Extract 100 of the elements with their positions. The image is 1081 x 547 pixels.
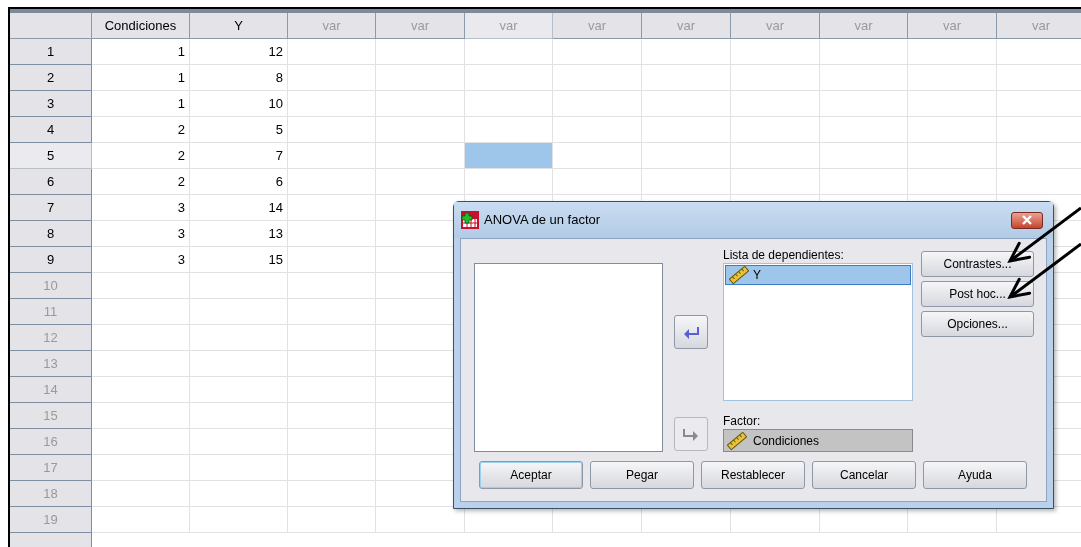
- table-cell[interactable]: [376, 195, 465, 221]
- table-cell[interactable]: [553, 65, 642, 91]
- table-cell[interactable]: 2: [92, 169, 190, 195]
- table-cell[interactable]: [642, 143, 731, 169]
- close-button[interactable]: [1011, 211, 1043, 229]
- side-button[interactable]: Opciones...: [921, 311, 1034, 337]
- table-cell[interactable]: [642, 39, 731, 65]
- table-cell[interactable]: [465, 65, 553, 91]
- table-cell[interactable]: [92, 377, 190, 403]
- row-number[interactable]: 2: [10, 65, 92, 91]
- table-cell[interactable]: [553, 143, 642, 169]
- dialog-button[interactable]: Cancelar: [812, 461, 916, 489]
- table-cell[interactable]: [376, 39, 465, 65]
- table-cell[interactable]: 12: [190, 39, 288, 65]
- move-button[interactable]: [674, 315, 708, 349]
- row-number[interactable]: 3: [10, 91, 92, 117]
- table-cell[interactable]: [731, 39, 820, 65]
- table-cell[interactable]: 8: [190, 65, 288, 91]
- row-number[interactable]: 8: [10, 221, 92, 247]
- table-cell[interactable]: [190, 429, 288, 455]
- table-cell[interactable]: [92, 325, 190, 351]
- table-cell[interactable]: [908, 65, 997, 91]
- table-cell[interactable]: [288, 455, 376, 481]
- table-cell[interactable]: [190, 325, 288, 351]
- table-cell[interactable]: [465, 117, 553, 143]
- table-cell[interactable]: [190, 455, 288, 481]
- row-number[interactable]: 6: [10, 169, 92, 195]
- table-cell[interactable]: [376, 65, 465, 91]
- table-cell[interactable]: [288, 403, 376, 429]
- table-cell[interactable]: [553, 91, 642, 117]
- table-cell[interactable]: [731, 91, 820, 117]
- table-cell[interactable]: [376, 91, 465, 117]
- table-cell[interactable]: 7: [190, 143, 288, 169]
- row-number[interactable]: 7: [10, 195, 92, 221]
- table-cell[interactable]: [642, 117, 731, 143]
- table-cell[interactable]: [288, 299, 376, 325]
- table-cell[interactable]: [376, 507, 465, 533]
- table-cell[interactable]: [908, 507, 997, 533]
- table-cell[interactable]: [731, 169, 820, 195]
- table-cell[interactable]: [288, 377, 376, 403]
- table-cell[interactable]: 14: [190, 195, 288, 221]
- table-cell[interactable]: [642, 91, 731, 117]
- dialog-button[interactable]: Restablecer: [701, 461, 805, 489]
- table-cell[interactable]: 3: [92, 247, 190, 273]
- dialog-button[interactable]: Aceptar: [479, 461, 583, 489]
- table-cell[interactable]: [553, 39, 642, 65]
- table-cell[interactable]: [908, 169, 997, 195]
- table-cell[interactable]: [92, 481, 190, 507]
- table-cell[interactable]: [820, 507, 908, 533]
- table-cell[interactable]: [642, 507, 731, 533]
- table-cell[interactable]: [376, 169, 465, 195]
- table-cell[interactable]: [288, 247, 376, 273]
- table-cell[interactable]: [731, 117, 820, 143]
- table-cell[interactable]: [288, 117, 376, 143]
- table-cell[interactable]: [92, 299, 190, 325]
- table-cell[interactable]: [288, 39, 376, 65]
- table-cell[interactable]: [92, 429, 190, 455]
- table-cell[interactable]: [908, 39, 997, 65]
- column-header[interactable]: Y: [190, 13, 288, 39]
- list-item[interactable]: Y: [725, 265, 911, 285]
- row-number[interactable]: 5: [10, 143, 92, 169]
- table-cell[interactable]: [190, 299, 288, 325]
- table-cell[interactable]: [288, 143, 376, 169]
- table-cell[interactable]: [908, 143, 997, 169]
- column-header[interactable]: Condiciones: [92, 13, 190, 39]
- table-cell[interactable]: [92, 507, 190, 533]
- table-cell[interactable]: [190, 351, 288, 377]
- table-cell[interactable]: 1: [92, 65, 190, 91]
- table-cell[interactable]: [820, 117, 908, 143]
- table-cell[interactable]: [288, 481, 376, 507]
- table-cell[interactable]: [731, 507, 820, 533]
- table-cell[interactable]: [190, 481, 288, 507]
- table-cell[interactable]: [465, 507, 553, 533]
- side-button[interactable]: Contrastes...: [921, 251, 1034, 277]
- table-cell[interactable]: [288, 91, 376, 117]
- table-cell[interactable]: 5: [190, 117, 288, 143]
- table-cell[interactable]: [908, 91, 997, 117]
- table-cell[interactable]: [92, 351, 190, 377]
- row-number[interactable]: 9: [10, 247, 92, 273]
- table-cell[interactable]: [553, 117, 642, 143]
- table-cell[interactable]: [820, 91, 908, 117]
- table-cell[interactable]: [190, 403, 288, 429]
- table-cell[interactable]: [553, 507, 642, 533]
- table-cell[interactable]: [820, 143, 908, 169]
- table-cell[interactable]: [288, 195, 376, 221]
- table-cell[interactable]: [190, 377, 288, 403]
- table-cell[interactable]: [92, 403, 190, 429]
- side-button[interactable]: Post hoc...: [921, 281, 1034, 307]
- table-cell[interactable]: [731, 143, 820, 169]
- table-cell[interactable]: 1: [92, 91, 190, 117]
- table-cell[interactable]: 15: [190, 247, 288, 273]
- table-cell[interactable]: [820, 169, 908, 195]
- variable-list[interactable]: [474, 263, 663, 452]
- table-cell[interactable]: [642, 65, 731, 91]
- table-cell[interactable]: [465, 91, 553, 117]
- dialog-button[interactable]: Pegar: [590, 461, 694, 489]
- factor-field[interactable]: Condiciones: [723, 429, 913, 452]
- table-cell[interactable]: [465, 169, 553, 195]
- table-cell[interactable]: [288, 169, 376, 195]
- table-cell[interactable]: [288, 507, 376, 533]
